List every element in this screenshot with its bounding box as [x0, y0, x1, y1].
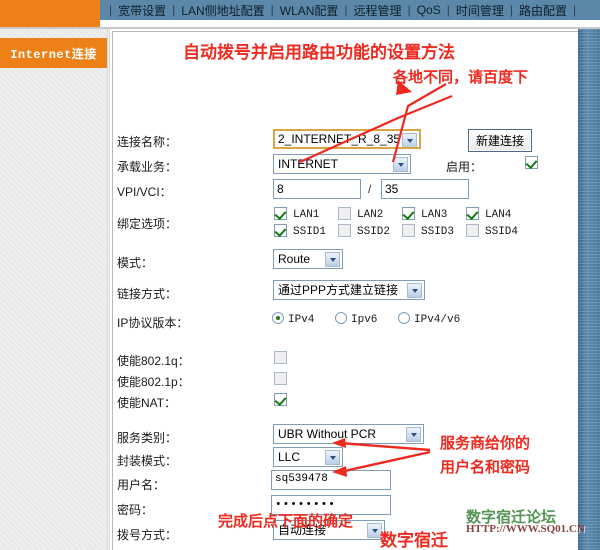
- service-class-value: UBR Without PCR: [278, 427, 377, 441]
- dial-mode-select[interactable]: 自动连接: [273, 520, 385, 540]
- vpi-vci-separator: /: [368, 182, 372, 196]
- label-link-mode: 链接方式：: [117, 287, 178, 301]
- chevron-down-icon: [407, 283, 422, 298]
- right-decorative-strip: [578, 29, 600, 550]
- nav-separator: |: [407, 3, 411, 17]
- ip-version-ipv4-radio[interactable]: [272, 312, 284, 324]
- label-vpi-vci: VPI/VCI：: [117, 185, 172, 199]
- binding-lan1-label: LAN1: [293, 209, 320, 221]
- chevron-down-icon: [406, 427, 421, 442]
- enable-8021p-checkbox[interactable]: [274, 372, 287, 385]
- label-enable: 启用：: [446, 160, 483, 174]
- nav-item-wlan[interactable]: WLAN配置: [279, 2, 340, 19]
- binding-lan1-checkbox[interactable]: [274, 207, 287, 220]
- ip-version-ipv4-label: IPv4: [288, 314, 315, 326]
- ip-version-ipv6-label: Ipv6: [351, 314, 378, 326]
- nav-separator: |: [344, 3, 348, 17]
- sidebar-item-internet-connection[interactable]: Internet连接: [0, 38, 107, 68]
- internet-connection-form: 连接名称： 2_INTERNET_R_8_35 新建连接 承载业务： INTER…: [113, 32, 578, 550]
- service-type-value: INTERNET: [278, 157, 338, 171]
- label-encapsulation: 封装模式：: [117, 454, 178, 468]
- nav-item-qos[interactable]: QoS: [416, 3, 442, 17]
- enable-checkbox[interactable]: [525, 156, 538, 169]
- nav-separator: |: [446, 3, 450, 17]
- mode-select[interactable]: Route: [273, 249, 343, 269]
- chevron-down-icon: [367, 523, 382, 538]
- vci-input[interactable]: 35: [381, 179, 469, 199]
- nav-separator: |: [572, 3, 577, 17]
- binding-ssid2-label: SSID2: [357, 226, 391, 238]
- link-mode-value: 通过PPP方式建立链接: [278, 283, 399, 297]
- chevron-down-icon: [325, 252, 340, 267]
- binding-lan2-checkbox[interactable]: [338, 207, 351, 220]
- binding-ssid4-label: SSID4: [485, 226, 519, 238]
- nav-item-lan-address[interactable]: LAN侧地址配置: [180, 2, 265, 19]
- binding-ssid4-checkbox[interactable]: [466, 224, 479, 237]
- right-strip-texture: [578, 29, 600, 550]
- nav-item-time-management[interactable]: 时间管理: [455, 2, 505, 19]
- service-type-select[interactable]: INTERNET: [273, 154, 411, 174]
- ip-version-ipv6-radio[interactable]: [335, 312, 347, 324]
- nav-separator: |: [270, 3, 274, 17]
- sidebar: Internet连接: [0, 29, 108, 550]
- label-username: 用户名：: [117, 478, 166, 492]
- ip-version-dual-label: IPv4/v6: [414, 314, 461, 326]
- chevron-down-icon: [393, 157, 408, 172]
- label-dial-mode: 拨号方式：: [117, 528, 178, 542]
- password-input[interactable]: ••••••••: [271, 495, 391, 515]
- label-password: 密码：: [117, 503, 154, 517]
- binding-lan3-label: LAN3: [421, 209, 448, 221]
- nav-item-route-config[interactable]: 路由配置: [518, 2, 568, 19]
- nav-separator: |: [509, 3, 513, 17]
- binding-lan4-label: LAN4: [485, 209, 512, 221]
- link-mode-select[interactable]: 通过PPP方式建立链接: [273, 280, 425, 300]
- vpi-input[interactable]: 8: [273, 179, 361, 199]
- binding-ssid3-label: SSID3: [421, 226, 455, 238]
- connection-name-value: 2_INTERNET_R_8_35: [278, 132, 401, 146]
- sidebar-divider: [108, 29, 110, 550]
- label-service-type: 承载业务：: [117, 160, 178, 174]
- label-mode: 模式：: [117, 256, 154, 270]
- connection-name-select[interactable]: 2_INTERNET_R_8_35: [273, 129, 421, 149]
- chevron-down-icon: [402, 133, 417, 147]
- binding-ssid1-label: SSID1: [293, 226, 327, 238]
- label-enable-8021q: 使能802.1q：: [117, 354, 190, 368]
- ip-version-dual-radio[interactable]: [398, 312, 410, 324]
- router-config-page: | 宽带设置 | LAN侧地址配置 | WLAN配置 | 远程管理 | QoS …: [0, 0, 600, 550]
- label-service-class: 服务类别：: [117, 431, 178, 445]
- label-binding-options: 绑定选项：: [117, 217, 178, 231]
- username-input[interactable]: sq539478: [271, 470, 391, 490]
- enable-8021q-checkbox[interactable]: [274, 351, 287, 364]
- encapsulation-select[interactable]: LLC: [273, 447, 343, 467]
- service-class-select[interactable]: UBR Without PCR: [273, 424, 424, 444]
- nav-item-remote-management[interactable]: 远程管理: [353, 2, 403, 19]
- nav-menu: | 宽带设置 | LAN侧地址配置 | WLAN配置 | 远程管理 | QoS …: [104, 0, 581, 20]
- nav-item-broadband[interactable]: 宽带设置: [117, 2, 167, 19]
- encapsulation-value: LLC: [278, 450, 301, 464]
- binding-ssid2-checkbox[interactable]: [338, 224, 351, 237]
- label-enable-8021p: 使能802.1p：: [117, 375, 190, 389]
- dial-mode-value: 自动连接: [278, 523, 327, 537]
- topbar-orange-block: [0, 0, 100, 20]
- binding-ssid1-checkbox[interactable]: [274, 224, 287, 237]
- binding-lan4-checkbox[interactable]: [466, 207, 479, 220]
- binding-ssid3-checkbox[interactable]: [402, 224, 415, 237]
- mode-value: Route: [278, 252, 311, 266]
- label-enable-nat: 使能NAT：: [117, 396, 177, 410]
- main-content-panel: 连接名称： 2_INTERNET_R_8_35 新建连接 承载业务： INTER…: [112, 31, 578, 550]
- new-connection-button[interactable]: 新建连接: [468, 129, 533, 152]
- chevron-down-icon: [325, 450, 340, 465]
- top-navigation-bar: | 宽带设置 | LAN侧地址配置 | WLAN配置 | 远程管理 | QoS …: [0, 0, 600, 20]
- label-connection-name: 连接名称：: [117, 135, 178, 149]
- binding-lan2-label: LAN2: [357, 209, 384, 221]
- nav-separator: |: [172, 3, 176, 17]
- label-ip-version: IP协议版本：: [117, 316, 189, 330]
- enable-nat-checkbox[interactable]: [274, 393, 287, 406]
- watermark-url: HTTP://WWW.SQ01.CN: [466, 523, 585, 535]
- nav-separator: |: [109, 3, 113, 17]
- binding-lan3-checkbox[interactable]: [402, 207, 415, 220]
